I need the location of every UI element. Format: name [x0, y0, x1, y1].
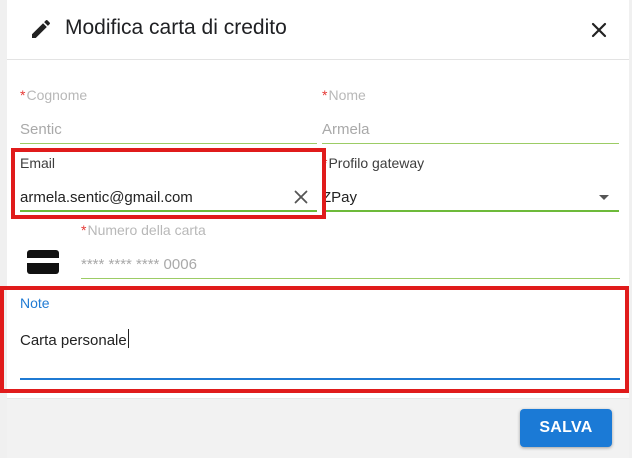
nome-underline	[322, 143, 619, 144]
email-label: Email	[20, 155, 56, 171]
edit-card-dialog: Modifica carta di credito *Cognome Senti…	[0, 0, 629, 458]
numero-carta-value: **** **** **** 0006	[81, 256, 197, 273]
credit-card-icon	[27, 250, 59, 274]
numero-carta-label: *Numero della carta	[81, 222, 206, 238]
text-caret	[127, 329, 129, 348]
pencil-icon	[32, 19, 51, 38]
nome-field[interactable]: *Nome Armela	[322, 87, 619, 145]
profilo-gateway-select[interactable]: *Profilo gateway ZPay	[322, 155, 619, 213]
chevron-down-icon[interactable]	[599, 195, 609, 200]
email-field[interactable]: Email armela.sentic@gmail.com	[20, 155, 317, 213]
note-value: Carta personale	[20, 329, 129, 349]
dialog-title: Modifica carta di credito	[65, 16, 287, 39]
save-button[interactable]: SALVA	[520, 409, 612, 447]
cognome-label: *Cognome	[20, 87, 88, 103]
cognome-value: Sentic	[20, 121, 62, 138]
nome-value: Armela	[322, 121, 370, 138]
cognome-field[interactable]: *Cognome Sentic	[20, 87, 317, 145]
profilo-gateway-label: *Profilo gateway	[322, 155, 425, 171]
numero-carta-underline	[81, 278, 620, 279]
close-icon[interactable]	[589, 20, 609, 40]
email-value: armela.sentic@gmail.com	[20, 189, 193, 206]
profilo-gateway-value: ZPay	[322, 189, 358, 206]
numero-carta-field[interactable]: *Numero della carta **** **** **** 0006	[81, 222, 620, 280]
dialog-header: Modifica carta di credito	[7, 0, 629, 60]
note-field[interactable]: Note Carta personale	[20, 295, 620, 381]
clear-icon[interactable]	[294, 190, 308, 204]
nome-label: *Nome	[322, 87, 366, 103]
email-underline	[20, 210, 317, 212]
note-underline	[20, 378, 620, 380]
note-label: Note	[20, 295, 50, 311]
profilo-gateway-underline	[322, 210, 619, 212]
cognome-underline	[20, 143, 317, 144]
dialog-footer: SALVA	[7, 398, 629, 458]
